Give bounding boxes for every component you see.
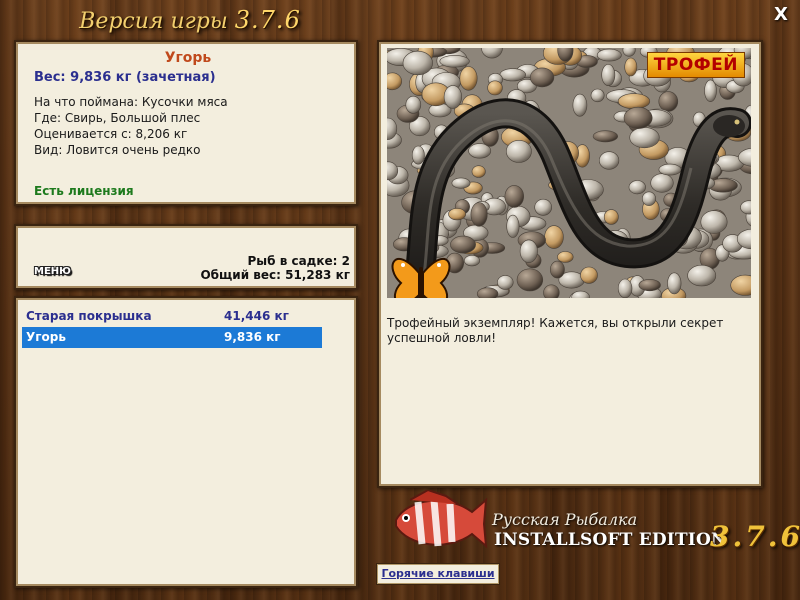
fish-weight: Вес: 9,836 кг (зачетная) — [34, 70, 216, 85]
keeper-fish-count: Рыб в садке: 2 — [247, 254, 351, 268]
close-icon: X — [774, 4, 788, 25]
perch-logo-icon — [395, 490, 488, 549]
fish-kind: Вид: Ловится очень редко — [34, 143, 201, 157]
eel-on-pebbles-image — [387, 48, 751, 298]
keeper-stats: Рыб в садке: 2 Общий вес: 51,283 кг — [200, 254, 350, 282]
title-prefix: Версия игры — [79, 9, 228, 34]
logo-edition: INSTALLSOFT EDITION — [494, 530, 727, 550]
catch-name: Старая покрышка — [26, 309, 152, 323]
close-button[interactable]: X — [772, 6, 790, 24]
license-status: Есть лицензия — [34, 184, 134, 198]
fish-bait: На что поймана: Кусочки мяса — [34, 95, 228, 109]
catch-weight: 9,836 кг — [224, 330, 281, 344]
logo-title: Русская Рыбалка — [492, 510, 638, 529]
fish-info-panel: Угорь Вес: 9,836 кг (зачетная) На что по… — [14, 40, 358, 206]
title-version: 3.7.6 — [234, 6, 301, 34]
fish-name: Угорь — [164, 50, 212, 66]
keeper-panel: МЕНЮ Рыб в садке: 2 Общий вес: 51,283 кг — [14, 224, 358, 290]
list-item[interactable]: Старая покрышка 41,446 кг — [22, 306, 322, 327]
game-logo: Русская Рыбалка INSTALLSOFT EDITION 3.7.… — [388, 490, 800, 560]
trophy-comment: Трофейный экземпляр! Кажется, вы открыли… — [387, 316, 724, 345]
catch-weight: 41,446 кг — [224, 309, 289, 323]
list-item[interactable]: Угорь 9,836 кг — [22, 327, 322, 348]
hotkeys-button[interactable]: Горячие клавиши — [376, 563, 500, 585]
menu-button[interactable]: МЕНЮ — [34, 266, 71, 277]
trophy-panel: ТРОФЕЙ Трофейный экземпляр! Кажется, вы … — [377, 40, 763, 488]
keeper-total-weight: Общий вес: 51,283 кг — [200, 268, 350, 282]
game-version-title: Версия игры 3.7.6 — [0, 6, 380, 34]
catch-name: Угорь — [26, 330, 66, 344]
trophy-badge: ТРОФЕЙ — [646, 52, 745, 78]
fish-location: Где: Свирь, Большой плес — [34, 111, 201, 125]
fish-rated-from: Оценивается с: 8,206 кг — [34, 127, 188, 141]
logo-version: 3.7.6 — [710, 520, 800, 553]
fish-photo: ТРОФЕЙ — [387, 48, 751, 298]
catch-list-panel: Старая покрышка 41,446 кг Угорь 9,836 кг — [14, 296, 358, 588]
